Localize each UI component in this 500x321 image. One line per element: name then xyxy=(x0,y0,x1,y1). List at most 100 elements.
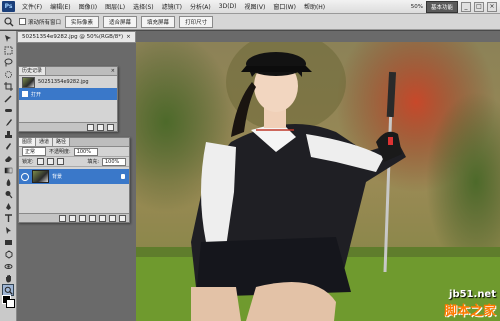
minimize-button[interactable]: _ xyxy=(461,1,471,12)
fill-label: 填充: xyxy=(87,159,99,165)
3d-rotate-tool-icon[interactable] xyxy=(3,249,13,259)
3d-orbit-tool-icon[interactable] xyxy=(3,261,13,271)
menu-3d[interactable]: 3D(D) xyxy=(215,3,241,10)
actual-pixels-button[interactable]: 实际像素 xyxy=(65,15,100,28)
menu-image[interactable]: 图像(I) xyxy=(75,2,101,11)
history-brush-tool-icon[interactable] xyxy=(3,141,13,151)
color-swatches[interactable] xyxy=(2,295,15,308)
layer-row[interactable]: 背景 xyxy=(19,169,129,184)
menu-filter[interactable]: 滤镜(T) xyxy=(158,2,186,11)
layer-mask-icon[interactable] xyxy=(79,214,86,222)
tab-paths[interactable]: 路径 xyxy=(53,138,71,146)
pen-tool-icon[interactable] xyxy=(3,201,13,211)
layer-name: 背景 xyxy=(52,174,63,180)
menu-file[interactable]: 文件(F) xyxy=(18,2,46,11)
menu-layer[interactable]: 图层(L) xyxy=(101,2,129,11)
history-step-label: 打开 xyxy=(31,91,42,98)
document-tab-close[interactable]: × xyxy=(126,32,131,42)
menu-edit[interactable]: 编辑(E) xyxy=(46,2,74,11)
menu-help[interactable]: 帮助(H) xyxy=(300,2,329,11)
watermark-url: jb51.net xyxy=(449,289,496,300)
menu-bar: Ps 文件(F) 编辑(E) 图像(I) 图层(L) 选择(S) 滤镜(T) 分… xyxy=(0,0,500,14)
layers-panel: 图层 通道 路径 正常 不透明度: 100% 锁定: 填充: 100% 背景 xyxy=(18,137,130,223)
blend-opacity-row: 正常 不透明度: 100% xyxy=(19,147,129,157)
document-tab-title: 50251354e9282.jpg @ 50%(RGB/8*) xyxy=(22,34,124,40)
tools-panel xyxy=(0,31,17,321)
options-bar: 滚动所有窗口 实际像素 适合屏幕 填充屏幕 打印尺寸 xyxy=(0,14,500,30)
gradient-tool-icon[interactable] xyxy=(3,165,13,175)
history-panel-close[interactable]: × xyxy=(111,68,117,74)
history-snapshot[interactable]: 50251354e9282.jpg xyxy=(19,76,117,88)
history-panel-header: 历史记录 × xyxy=(19,67,117,76)
tab-channels[interactable]: 通道 xyxy=(36,138,54,146)
zoom-tool-icon[interactable] xyxy=(3,16,15,28)
brush-tool-icon[interactable] xyxy=(3,117,13,127)
background-color[interactable] xyxy=(6,299,15,308)
layers-panel-header: 图层 通道 路径 xyxy=(19,138,129,147)
marquee-tool-icon[interactable] xyxy=(3,45,13,55)
hand-tool-icon[interactable] xyxy=(3,273,13,283)
zoom-tool-icon[interactable] xyxy=(2,284,14,296)
quick-select-tool-icon[interactable] xyxy=(3,69,13,79)
healing-brush-tool-icon[interactable] xyxy=(3,105,13,115)
snapshot-label: 50251354e9282.jpg xyxy=(38,79,89,85)
photoshop-logo: Ps xyxy=(2,1,15,12)
opacity-input[interactable]: 100% xyxy=(73,147,98,156)
clone-stamp-tool-icon[interactable] xyxy=(3,129,13,139)
history-step[interactable]: 打开 xyxy=(19,88,117,100)
lock-label: 锁定: xyxy=(22,159,34,165)
menubar-right: 50% 基本功能 _ □ × xyxy=(411,0,500,13)
lasso-tool-icon[interactable] xyxy=(3,57,13,67)
lock-position-icon[interactable] xyxy=(56,158,64,165)
new-document-icon[interactable] xyxy=(87,123,94,131)
menu-analysis[interactable]: 分析(A) xyxy=(186,2,215,11)
document-tab[interactable]: 50251354e9282.jpg @ 50%(RGB/8*) × xyxy=(17,31,136,43)
history-step-icon xyxy=(22,91,28,97)
workspace-button[interactable]: 基本功能 xyxy=(425,0,458,13)
snapshot-icon[interactable] xyxy=(97,123,104,131)
eraser-tool-icon[interactable] xyxy=(3,153,13,163)
link-layers-icon[interactable] xyxy=(59,214,66,222)
tab-layers[interactable]: 图层 xyxy=(19,138,37,146)
menu-window[interactable]: 窗口(W) xyxy=(269,2,300,11)
scroll-all-windows-checkbox[interactable]: 滚动所有窗口 xyxy=(19,18,61,26)
checkbox-box[interactable] xyxy=(19,18,26,25)
new-group-icon[interactable] xyxy=(99,214,106,222)
watermark-site: 脚本之家 xyxy=(443,304,496,319)
trash-icon[interactable] xyxy=(107,123,114,131)
lock-transparency-icon[interactable] xyxy=(36,158,44,165)
photo-golfer xyxy=(136,42,500,321)
visibility-eye-icon[interactable] xyxy=(21,172,29,181)
shape-tool-icon[interactable] xyxy=(3,237,13,247)
lock-fill-row: 锁定: 填充: 100% xyxy=(19,157,129,167)
blend-mode-select[interactable]: 正常 xyxy=(22,147,46,156)
type-tool-icon[interactable] xyxy=(3,213,13,223)
fill-screen-button[interactable]: 填充屏幕 xyxy=(141,15,176,28)
menu-select[interactable]: 选择(S) xyxy=(129,2,158,11)
move-tool-icon[interactable] xyxy=(3,33,13,43)
delete-layer-icon[interactable] xyxy=(119,214,126,222)
menu-view[interactable]: 视图(V) xyxy=(241,2,270,11)
path-select-tool-icon[interactable] xyxy=(3,225,13,235)
layer-lock-icon xyxy=(121,174,125,179)
history-panel: 历史记录 × 50251354e9282.jpg 打开 xyxy=(18,66,118,132)
print-size-button[interactable]: 打印尺寸 xyxy=(179,15,214,28)
blur-tool-icon[interactable] xyxy=(3,177,13,187)
layer-style-icon[interactable] xyxy=(69,214,76,222)
close-window-button[interactable]: × xyxy=(487,1,497,12)
adjustment-layer-icon[interactable] xyxy=(89,214,96,222)
zoom-level[interactable]: 50% xyxy=(411,4,423,10)
scroll-all-windows-label: 滚动所有窗口 xyxy=(28,19,62,26)
history-panel-footer xyxy=(19,122,117,131)
dodge-tool-icon[interactable] xyxy=(3,189,13,199)
watermark: jb51.net 脚本之家 xyxy=(444,289,496,319)
new-layer-icon[interactable] xyxy=(109,214,116,222)
lock-pixels-icon[interactable] xyxy=(46,158,54,165)
image-canvas[interactable] xyxy=(136,42,500,321)
maximize-button[interactable]: □ xyxy=(474,1,484,12)
fit-screen-button[interactable]: 适合屏幕 xyxy=(103,15,138,28)
tab-history[interactable]: 历史记录 xyxy=(19,67,47,75)
crop-tool-icon[interactable] xyxy=(3,81,13,91)
fill-input[interactable]: 100% xyxy=(102,157,126,166)
eyedropper-tool-icon[interactable] xyxy=(3,93,13,103)
